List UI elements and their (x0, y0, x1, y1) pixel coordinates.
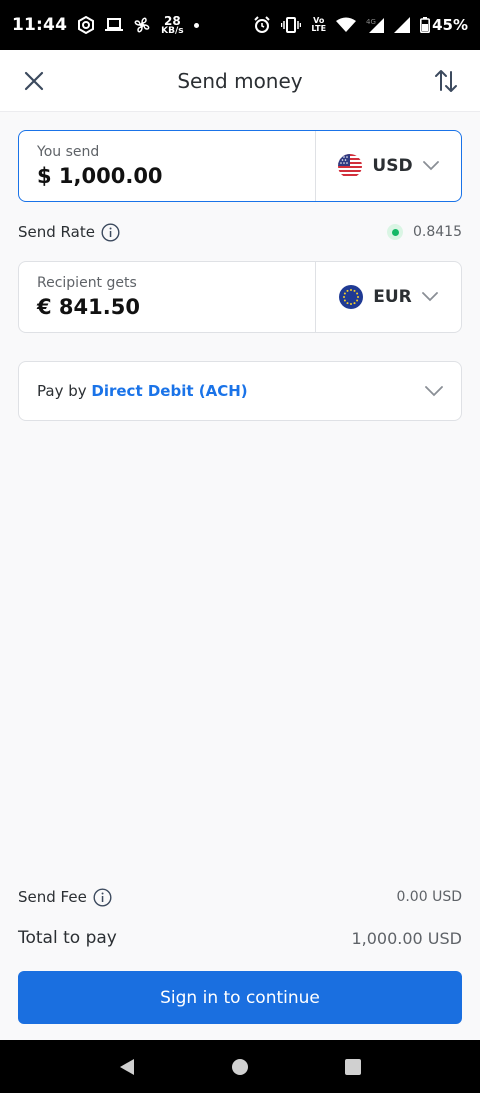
total-value: 1,000.00 USD (351, 928, 462, 948)
chevron-down-icon (421, 292, 438, 302)
status-right: Vo LTE 4G 45% (253, 16, 468, 34)
send-fee-label-group: Send Fee (18, 887, 112, 907)
close-icon (24, 71, 44, 91)
eu-flag-icon (339, 285, 364, 309)
alarm-icon (253, 16, 271, 34)
page-title: Send money (177, 68, 303, 93)
payment-method-selector[interactable]: Pay by Direct Debit (ACH) (18, 361, 462, 421)
vpn-icon (77, 16, 95, 34)
sign-in-button[interactable]: Sign in to continue (18, 971, 462, 1024)
system-nav-bar (0, 1040, 480, 1093)
battery-icon: 45% (420, 16, 468, 34)
fan-icon (133, 16, 151, 34)
send-amount-field[interactable]: You send $ 1,000.00 (19, 131, 315, 201)
send-amount-card: You send $ 1,000.00 USD (18, 130, 462, 202)
status-left: 11:44 28 KB/s (12, 15, 199, 36)
send-rate-label-group: Send Rate (18, 222, 120, 242)
back-button[interactable] (107, 1047, 147, 1087)
receive-amount-field[interactable]: Recipient gets € 841.50 (19, 262, 315, 332)
close-button[interactable] (20, 67, 48, 95)
laptop-icon (105, 18, 124, 32)
payment-method-text: Pay by Direct Debit (ACH) (37, 382, 248, 400)
send-amount-label: You send (37, 144, 100, 160)
info-icon[interactable] (93, 887, 112, 907)
receive-amount-label: Recipient gets (37, 275, 137, 291)
swap-currencies-button[interactable] (430, 65, 462, 97)
recents-square-icon (345, 1058, 362, 1075)
send-rate-value: 0.8415 (413, 224, 462, 240)
receive-currency-code: EUR (373, 287, 412, 307)
total-row: Total to pay 1,000.00 USD (18, 925, 462, 951)
vibrate-icon (281, 17, 302, 33)
send-rate-value-group: 0.8415 (387, 224, 462, 240)
send-rate-label: Send Rate (18, 223, 95, 241)
send-currency-selector[interactable]: USD (315, 131, 461, 201)
total-label: Total to pay (18, 928, 117, 948)
back-triangle-icon (119, 1058, 134, 1075)
home-button[interactable] (220, 1047, 260, 1087)
send-rate-row: Send Rate 0.8415 (18, 220, 462, 244)
home-circle-icon (231, 1058, 248, 1075)
wifi-icon (336, 17, 357, 33)
net-speed-unit: KB/s (161, 25, 184, 36)
recents-button[interactable] (333, 1047, 373, 1087)
swap-arrows-icon (435, 70, 457, 92)
send-fee-label: Send Fee (18, 888, 87, 906)
receive-amount-card: Recipient gets € 841.50 EUR (18, 261, 462, 333)
chevron-down-icon (422, 161, 439, 171)
receive-amount-input[interactable]: € 841.50 (37, 295, 297, 319)
volte-bottom: LTE (311, 24, 327, 33)
status-time: 11:44 (12, 15, 68, 35)
send-currency-code: USD (372, 156, 413, 176)
chevron-down-icon (425, 385, 443, 396)
status-bar: 11:44 28 KB/s Vo LTE 4G 45% (0, 0, 480, 50)
send-fee-value: 0.00 USD (396, 889, 462, 905)
app-header: Send money (0, 50, 480, 112)
signal-4g-icon: 4G (366, 17, 385, 33)
info-icon[interactable] (101, 222, 120, 242)
payment-prefix: Pay by (37, 382, 87, 400)
volte-indicator: Vo LTE (311, 17, 326, 33)
receive-currency-selector[interactable]: EUR (315, 262, 461, 332)
payment-method-name: Direct Debit (ACH) (91, 382, 248, 400)
battery-percent: 45% (432, 16, 468, 34)
notification-dot-icon (193, 22, 199, 28)
signal-icon (394, 17, 411, 33)
net-speed: 28 KB/s (161, 15, 183, 36)
us-flag-icon (338, 154, 363, 178)
network-type: 4G (366, 18, 376, 26)
live-rate-indicator-icon (387, 224, 403, 240)
send-amount-input[interactable]: $ 1,000.00 (37, 164, 297, 188)
send-fee-row: Send Fee 0.00 USD (18, 885, 462, 909)
